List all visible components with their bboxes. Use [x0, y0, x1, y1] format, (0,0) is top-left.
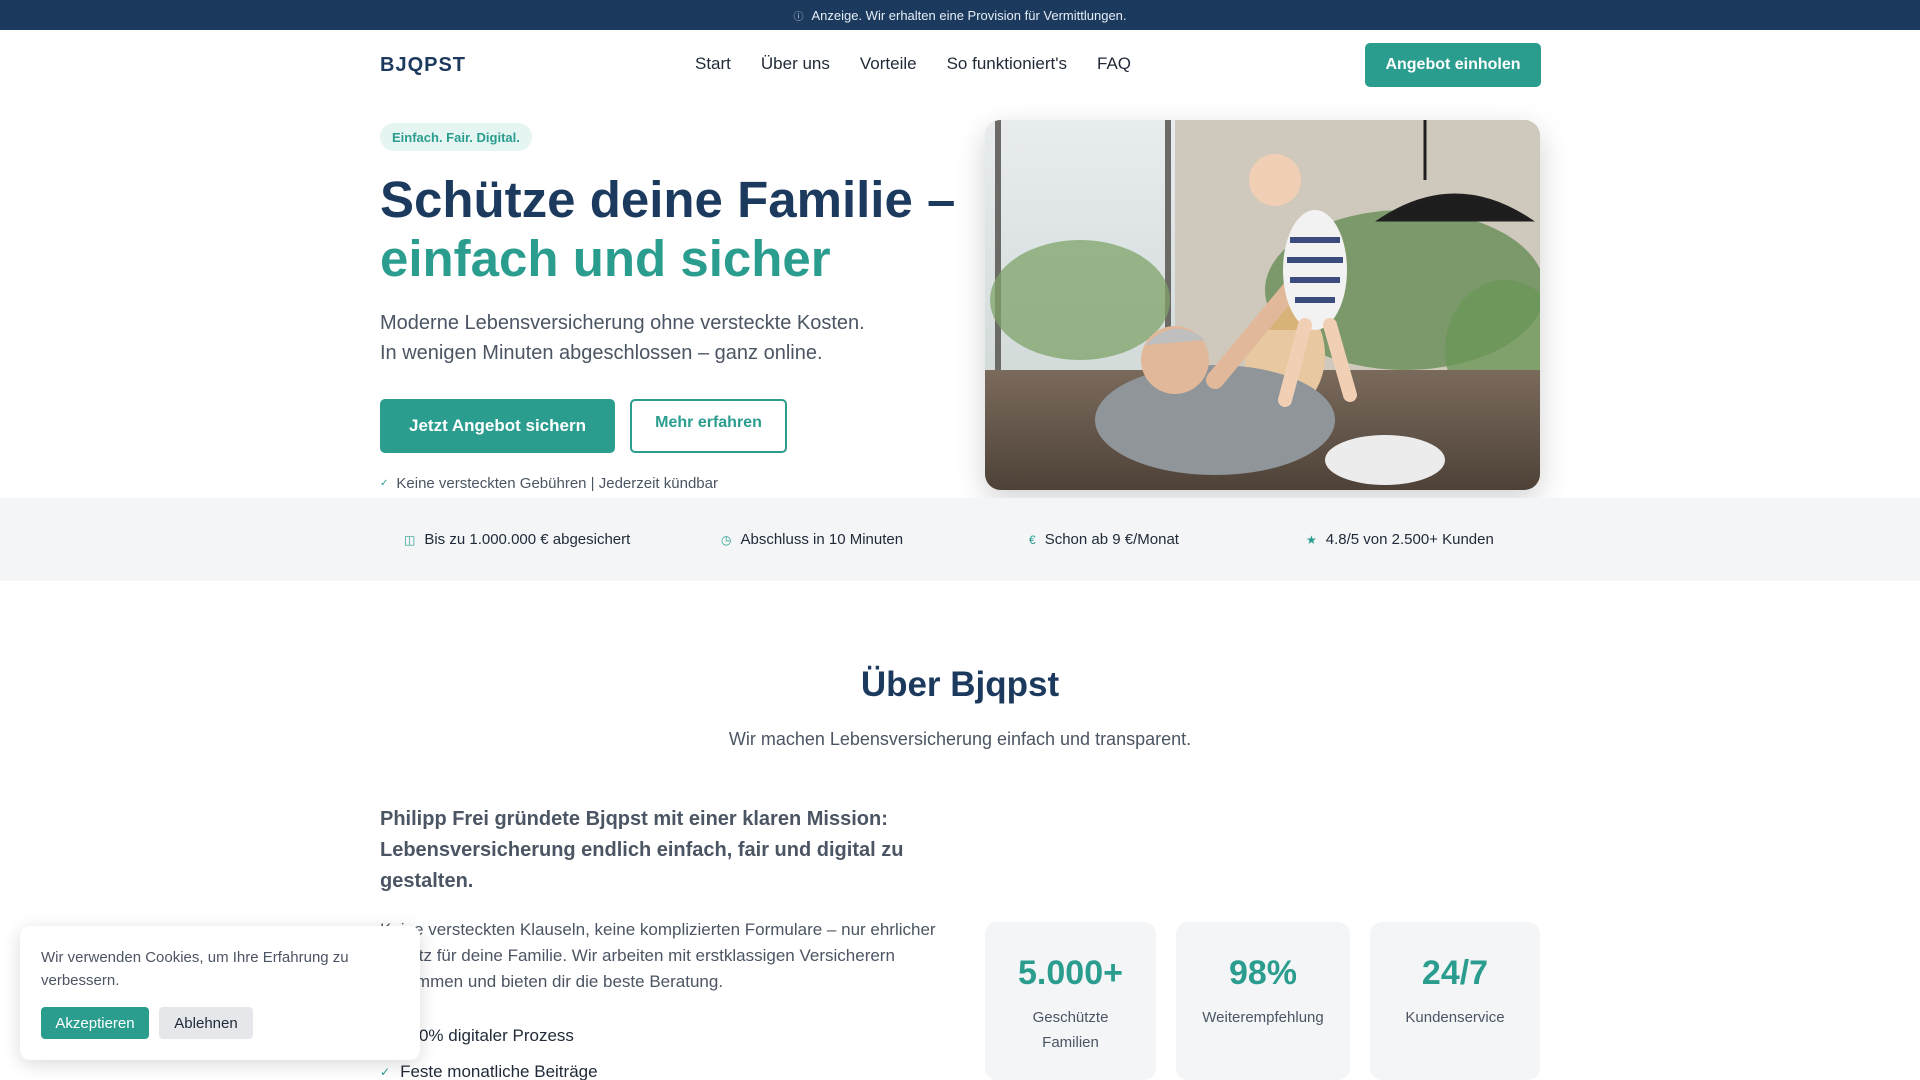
- nav-item-so-funktionierts[interactable]: So funktioniert's: [947, 54, 1067, 74]
- feature-duration: ◷ Abschluss in 10 Minuten: [721, 531, 903, 548]
- stat-card-service: 24/7 Kundenservice: [1370, 922, 1540, 1080]
- hero-note-text: Keine versteckten Gebühren | Jederzeit k…: [396, 475, 718, 492]
- clock-icon: ◷: [721, 532, 732, 547]
- disclosure-bar: ⓘ Anzeige. Wir erhalten eine Provision f…: [0, 0, 1920, 30]
- about-title: Über Bjqpst: [860, 665, 1060, 704]
- nav-item-faq[interactable]: FAQ: [1097, 54, 1131, 74]
- get-offer-button[interactable]: Angebot einholen: [1365, 43, 1541, 87]
- main-nav: BJQPST Start Über uns Vorteile So funkti…: [0, 30, 1920, 100]
- star-icon: ★: [1306, 532, 1317, 547]
- hero-badge: Einfach. Fair. Digital.: [380, 123, 532, 151]
- about-body: Keine versteckten Klauseln, keine kompli…: [380, 920, 936, 991]
- hero-lead: Moderne Lebensversicherung ohne versteck…: [380, 308, 920, 368]
- cookie-banner: Wir verwenden Cookies, um Ihre Erfahrung…: [20, 926, 420, 1060]
- euro-icon: €: [1029, 532, 1036, 547]
- check-text: Feste monatliche Beiträge: [400, 1062, 598, 1080]
- feature-text: Abschluss in 10 Minuten: [740, 531, 904, 548]
- nav-item-vorteile[interactable]: Vorteile: [860, 54, 917, 74]
- cookie-text: Wir verwenden Cookies, um Ihre Erfahrung…: [41, 949, 349, 989]
- stat-value: 5.000+: [1018, 954, 1123, 992]
- stat-label: Geschützte Familien: [1032, 1009, 1109, 1051]
- check-text: 100% digitaler Prozess: [400, 1026, 574, 1045]
- check-icon: ✓: [380, 478, 389, 489]
- decline-cookies-button[interactable]: Ablehnen: [159, 1007, 253, 1039]
- stat-label: Kundenservice: [1405, 1009, 1505, 1026]
- feature-rating: ★ 4.8/5 von 2.500+ Kunden: [1306, 531, 1494, 548]
- learn-more-button[interactable]: Mehr erfahren: [630, 399, 787, 453]
- shield-icon: ◫: [404, 532, 416, 547]
- check-icon: ✓: [380, 1065, 391, 1079]
- about-mission: Philipp Frei gründete Bjqpst mit einer k…: [380, 808, 904, 892]
- info-icon: ⓘ: [793, 11, 804, 23]
- stat-value: 98%: [1228, 954, 1298, 992]
- feature-price: € Schon ab 9 €/Monat: [1029, 531, 1179, 548]
- stat-card-families: 5.000+ Geschützte Familien: [985, 922, 1156, 1080]
- feature-coverage: ◫ Bis zu 1.000.000 € abgesichert: [404, 531, 630, 548]
- accept-cookies-button[interactable]: Akzeptieren: [41, 1007, 149, 1039]
- hero-lead-line2: In wenigen Minuten abgeschlossen – ganz …: [380, 342, 823, 364]
- feature-text: Bis zu 1.000.000 € abgesichert: [424, 531, 631, 548]
- family-photo-illustration: [985, 120, 1540, 490]
- nav-item-start[interactable]: Start: [695, 54, 731, 74]
- hero-image: [985, 120, 1540, 490]
- hero-note: ✓ Keine versteckten Gebühren | Jederzeit…: [380, 475, 718, 492]
- hero-title-line1: Schütze deine Familie –: [380, 171, 956, 228]
- nav-menu: Start Über uns Vorteile So funktioniert'…: [695, 54, 1131, 74]
- hero-lead-line1: Moderne Lebensversicherung ohne versteck…: [380, 312, 865, 334]
- about-subtitle: Wir machen Lebensversicherung einfach un…: [728, 729, 1192, 749]
- feature-strip: ◫ Bis zu 1.000.000 € abgesichert ◷ Absch…: [0, 498, 1920, 581]
- nav-item-ueber-uns[interactable]: Über uns: [761, 54, 830, 74]
- hero-title: Schütze deine Familie – einfach und sich…: [380, 170, 960, 288]
- hero-title-line2: einfach und sicher: [380, 230, 831, 287]
- secure-offer-button[interactable]: Jetzt Angebot sichern: [380, 399, 615, 453]
- disclosure-text: Anzeige. Wir erhalten eine Provision für…: [811, 7, 1127, 23]
- feature-text: Schon ab 9 €/Monat: [1044, 531, 1179, 548]
- feature-text: 4.8/5 von 2.500+ Kunden: [1325, 531, 1494, 548]
- check-item: ✓ Feste monatliche Beiträge: [380, 1062, 598, 1080]
- stat-card-recommendation: 98% Weiterempfehlung: [1176, 922, 1350, 1080]
- stat-label: Weiterempfehlung: [1202, 1009, 1324, 1026]
- stat-value: 24/7: [1421, 954, 1489, 992]
- logo[interactable]: BJQPST: [380, 54, 466, 77]
